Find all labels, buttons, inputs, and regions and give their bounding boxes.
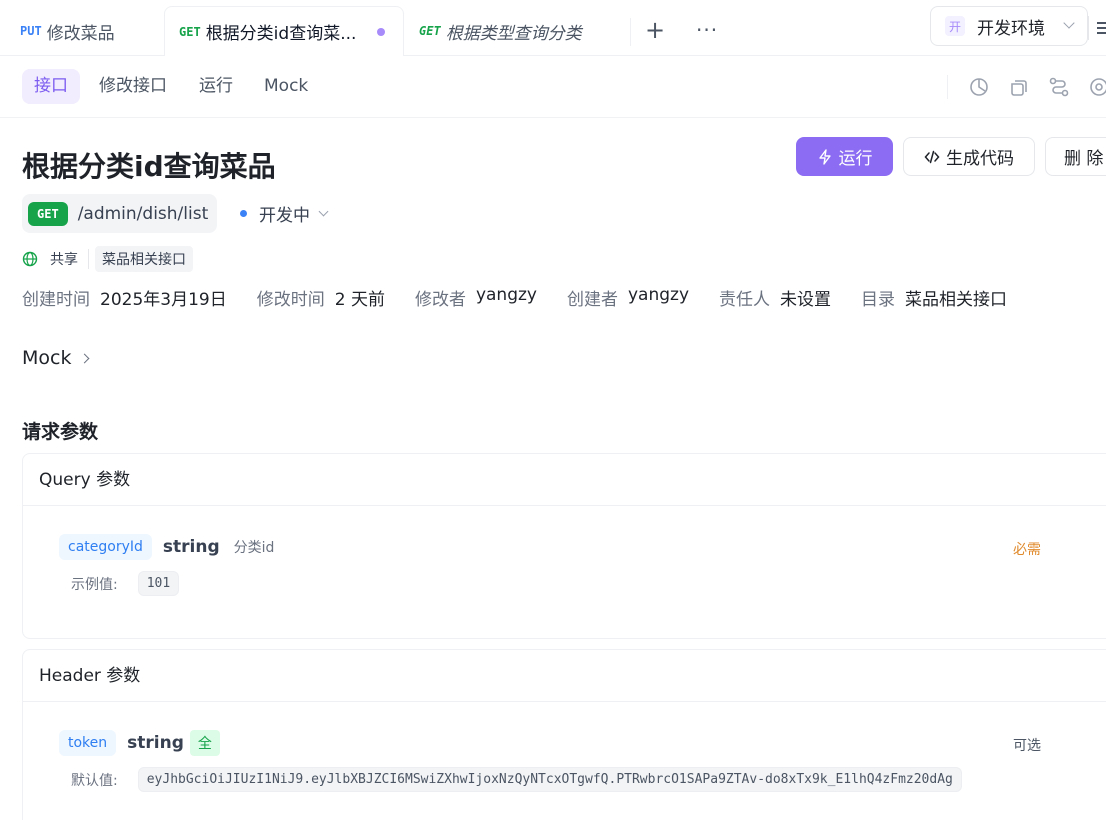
toolbar-divider [947, 75, 948, 99]
environment-select[interactable]: 开 开发环境 [930, 6, 1088, 46]
method-badge: GET [28, 201, 68, 226]
tab-get-category-by-type[interactable]: GET 根据类型查询分类 [404, 6, 630, 56]
meta-value: 2 天前 [334, 290, 385, 310]
copy-icon[interactable] [1008, 76, 1030, 98]
query-params-title: Query 参数 [23, 454, 1106, 506]
share-divider [88, 249, 89, 269]
status-dot-icon [240, 210, 247, 217]
tab-get-dish-by-category[interactable]: GET 根据分类id查询菜... [164, 6, 404, 56]
request-params-title: 请求参数 [22, 421, 99, 443]
tab-method: GET [419, 24, 441, 38]
tab-label: 根据分类id查询菜... [205, 24, 357, 44]
meta-key: 责任人 [719, 290, 771, 310]
run-button[interactable]: 运行 [796, 137, 893, 176]
lightning-icon [818, 148, 831, 165]
param-name[interactable]: token [59, 730, 117, 756]
example-value[interactable]: 101 [137, 571, 180, 596]
tab-label: 修改菜品 [46, 23, 115, 44]
unsaved-dot-icon [377, 28, 385, 36]
delete-button[interactable]: 删 除 [1045, 137, 1106, 176]
tab-method: GET [179, 24, 201, 39]
mock-expander[interactable]: Mock [22, 347, 90, 369]
chevron-down-icon [1063, 17, 1075, 29]
meta-key: 创建时间 [22, 290, 90, 310]
meta-value[interactable]: 菜品相关接口 [905, 285, 1007, 310]
meta-value: 2025年3月19日 [100, 290, 227, 310]
subnav-edit-api[interactable]: 修改接口 [87, 69, 179, 104]
share-label[interactable]: 共享 [50, 249, 78, 269]
meta-value: yangzy [475, 285, 537, 305]
tab-method: PUT [20, 24, 42, 38]
code-icon [924, 150, 940, 163]
optional-badge: 可选 [1013, 738, 1041, 754]
required-badge: 必需 [1013, 542, 1041, 558]
globe-icon [22, 251, 38, 267]
generate-code-label: 生成代码 [946, 149, 1014, 169]
param-description: 分类id [233, 540, 275, 556]
meta-key: 修改者 [414, 290, 466, 310]
endpoint-path[interactable]: GET /admin/dish/list [22, 194, 217, 233]
meta-key: 目录 [861, 290, 896, 310]
tab-divider [630, 18, 631, 46]
header-params-card: Header 参数 token string 全 可选 默认值: eyJhbGc… [22, 649, 1106, 820]
generate-code-button[interactable]: 生成代码 [903, 137, 1035, 176]
delete-button-label: 删 除 [1064, 149, 1104, 169]
subnav-api[interactable]: 接口 [22, 69, 80, 104]
folder-tag[interactable]: 菜品相关接口 [95, 246, 193, 272]
meta-row: 创建时间 2025年3月19日 修改时间 2 天前 修改者 yangzy 创建者 yan… [22, 285, 1037, 310]
env-menu-icon[interactable] [1088, 16, 1106, 40]
subnav-run[interactable]: 运行 [187, 69, 245, 104]
meta-key: 创建者 [566, 290, 618, 310]
status-label: 开发中 [259, 206, 310, 226]
env-label: 开发环境 [977, 18, 1045, 39]
share-row: 共享 菜品相关接口 [22, 246, 193, 272]
global-badge: 全 [189, 730, 220, 756]
tab-put-edit-dish[interactable]: PUT 修改菜品 [0, 6, 164, 56]
more-icon[interactable]: ··· [696, 18, 718, 42]
run-button-label: 运行 [838, 149, 873, 169]
default-label: 默认值: [71, 772, 118, 789]
endpoint-path-text: /admin/dish/list [77, 203, 209, 224]
subnav-mock[interactable]: Mock [252, 69, 320, 104]
env-badge: 开 [945, 16, 965, 36]
sub-nav: 接口 修改接口 运行 Mock [0, 57, 1106, 118]
meta-value[interactable]: 未设置 [780, 285, 831, 310]
page-title: 根据分类id查询菜品 [22, 150, 276, 183]
param-name[interactable]: categoryId [59, 534, 152, 560]
history-icon[interactable] [968, 76, 990, 98]
example-label: 示例值: [71, 576, 118, 593]
meta-value: yangzy [627, 285, 690, 305]
param-row: categoryId string 分类id [59, 534, 274, 560]
header-params-title: Header 参数 [23, 650, 1106, 702]
add-tab-icon[interactable]: + [645, 18, 665, 42]
tab-bar: PUT 修改菜品 GET 根据分类id查询菜... GET 根据类型查询分类 +… [0, 0, 1106, 56]
param-type: string [127, 733, 184, 753]
mock-label: Mock [22, 347, 72, 369]
meta-key: 修改时间 [256, 290, 325, 310]
example-row: 示例值: 101 [71, 571, 180, 596]
settings-icon[interactable] [1088, 76, 1106, 98]
default-value[interactable]: eyJhbGciOiJIUzI1NiJ9.eyJlbXBJZCI6MSwiZXh… [137, 767, 962, 792]
status-select[interactable]: 开发中 [240, 201, 329, 226]
tab-label: 根据类型查询分类 [445, 23, 582, 44]
param-type: string [162, 537, 220, 557]
default-row: 默认值: eyJhbGciOiJIUzI1NiJ9.eyJlbXBJZCI6MS… [71, 767, 962, 792]
param-row: token string 全 [59, 730, 220, 756]
chevron-right-icon [80, 353, 90, 363]
query-params-card: Query 参数 categoryId string 分类id 必需 示例值: … [22, 453, 1106, 639]
chevron-down-icon [318, 206, 329, 217]
share-flow-icon[interactable] [1048, 76, 1070, 98]
